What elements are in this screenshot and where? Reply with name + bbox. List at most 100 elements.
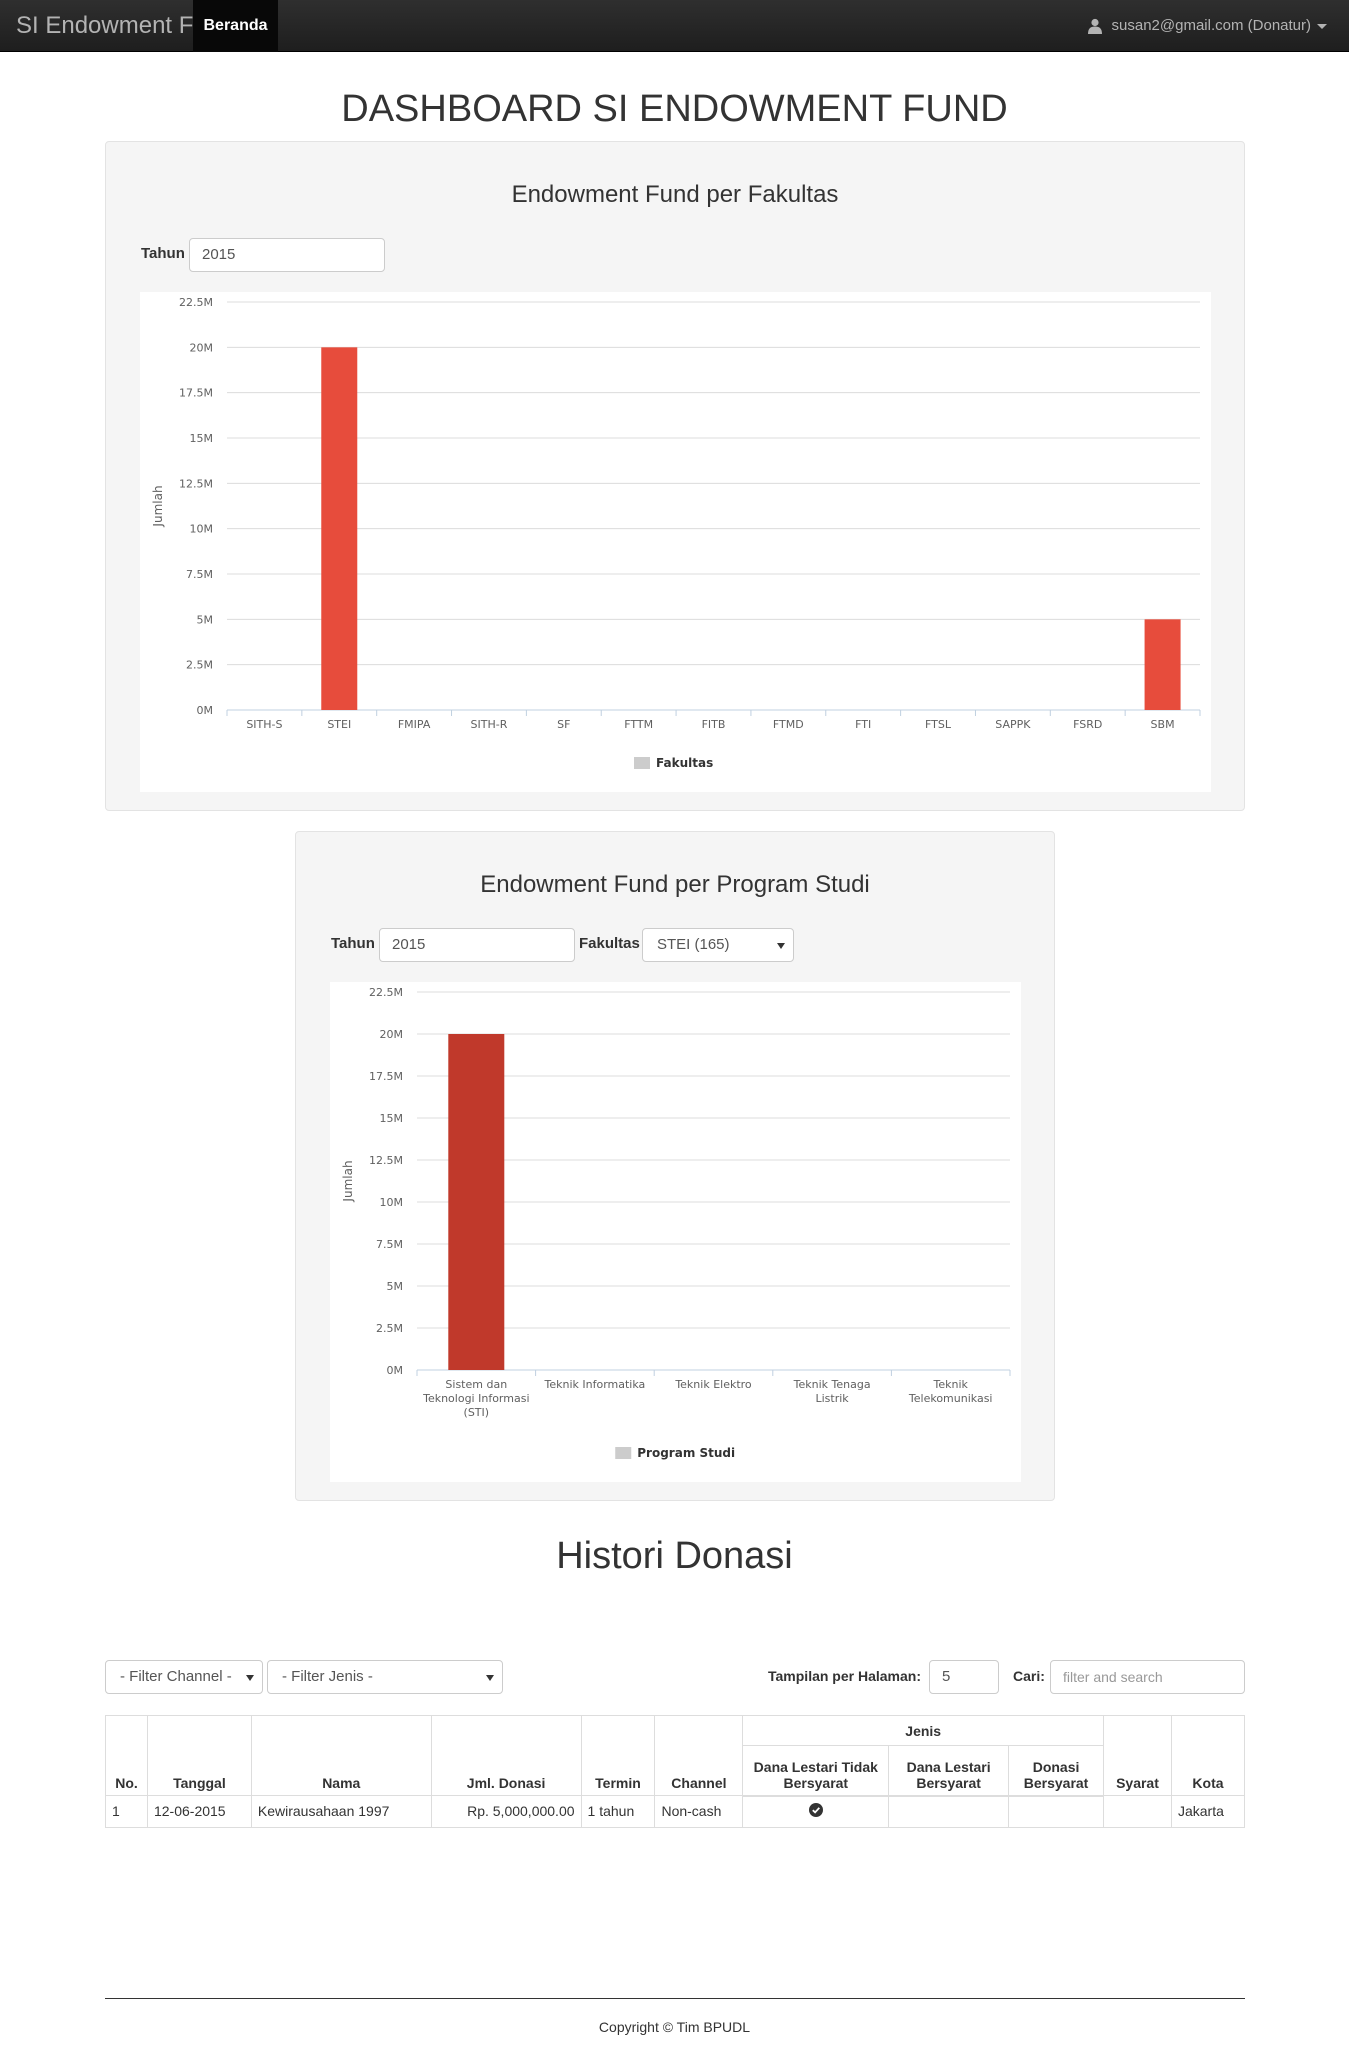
filter-channel-select[interactable]: - Filter Channel - — [105, 1660, 263, 1694]
y-tick-label: 10M — [190, 523, 214, 536]
panel-prodi-title: Endowment Fund per Program Studi — [480, 871, 870, 898]
col-kota: Kota — [1170, 1715, 1246, 1796]
cell-donasi-bersyarat — [1008, 1795, 1105, 1828]
history-table: No. Tanggal Nama Jml. Donasi Termin Chan… — [105, 1715, 1246, 1828]
x-tick-label-line: SITH-S — [246, 718, 282, 731]
x-tick-label-line: Teknologi Informasi — [422, 1392, 529, 1405]
search-placeholder: filter and search — [1063, 1669, 1163, 1685]
x-tick-label: SF — [557, 718, 570, 731]
chart-prodi: 0M 2.5M 5M 7.5M 10M 12.5M 15M 17.5M 20M 22.5M Sist… — [330, 982, 1021, 1482]
col-dana-lestari-bersyarat: Dana Lestari Bersyarat — [888, 1745, 1010, 1797]
y-tick-label: 20M — [190, 341, 214, 354]
y-tick-label: 2.5M — [186, 659, 213, 672]
search-label: Cari: — [1013, 1668, 1045, 1684]
col-no: No. — [105, 1715, 148, 1796]
history-title: Histori Donasi — [556, 1535, 793, 1577]
x-tick-label-line: Telekomunikasi — [908, 1392, 993, 1405]
x-tick-label: Teknik Telekomunikasi — [908, 1378, 993, 1405]
y-tick-label: 12.5M — [369, 1154, 403, 1167]
x-tick-label-line: FTSL — [925, 718, 952, 731]
cell-syarat — [1103, 1795, 1172, 1828]
x-tick-label: FSRD — [1073, 718, 1102, 731]
y-tick-label: 20M — [380, 1028, 404, 1041]
user-email: susan2@gmail.com (Donatur) — [1111, 17, 1311, 34]
x-tick-label: Teknik Tenaga Listrik — [793, 1378, 871, 1405]
nav-item-beranda[interactable]: Beranda — [193, 0, 278, 52]
search-input[interactable]: filter and search — [1050, 1660, 1245, 1694]
y-tick-label: 2.5M — [376, 1322, 403, 1335]
y-axis-title: Jumlah — [151, 485, 165, 527]
user-icon — [1087, 18, 1102, 35]
footer-copyright: Copyright © Tim BPUDL — [598, 2019, 751, 2035]
legend: Fakultas — [634, 756, 713, 770]
y-tick-label: 15M — [190, 432, 214, 445]
col-jml-donasi: Jml. Donasi — [430, 1715, 582, 1796]
y-tick-label: 22.5M — [179, 296, 213, 309]
col-tanggal: Tanggal — [146, 1715, 252, 1796]
tahun-input[interactable]: 2015 — [379, 928, 575, 962]
x-tick-label: Sistem dan Teknologi Informasi (STI) — [422, 1378, 529, 1419]
filter-jenis-value: - Filter Jenis - — [282, 1668, 373, 1685]
x-tick-label-line: FTTM — [624, 718, 653, 731]
legend: Program Studi — [615, 1446, 735, 1460]
x-tick-label-line: (STI) — [464, 1406, 490, 1419]
page-title: DASHBOARD SI ENDOWMENT FUND — [341, 88, 1008, 130]
per-page-label: Tampilan per Halaman: — [768, 1668, 922, 1684]
panel-prodi: Endowment Fund per Program Studi Tahun 2… — [295, 831, 1055, 1501]
bar-chart-prodi: 0M 2.5M 5M 7.5M 10M 12.5M 15M 17.5M 20M 22.5M Sist… — [341, 986, 1011, 1460]
y-tick-label: 5M — [197, 613, 214, 626]
col-jenis: Jenis — [742, 1715, 1105, 1746]
y-tick-label: 12.5M — [179, 477, 213, 490]
y-tick-label: 17.5M — [179, 387, 213, 400]
cell-kota: Jakarta — [1170, 1795, 1246, 1828]
panel-fakultas: Endowment Fund per Fakultas Tahun 2015 0… — [105, 141, 1245, 811]
y-tick-label: 22.5M — [369, 986, 403, 999]
dropdown-arrow-icon — [777, 943, 785, 949]
y-tick-label: 17.5M — [369, 1070, 403, 1083]
navbar: SI Endowment Fund Beranda susan2@gmail.c… — [0, 0, 1349, 52]
x-tick-label-line: SAPPK — [995, 718, 1031, 731]
col-dana-lestari-tidak-bersyarat: Dana Lestari Tidak Bersyarat — [742, 1745, 890, 1797]
x-tick-label-line: FMIPA — [398, 718, 431, 731]
x-tick-label: SBM — [1151, 718, 1175, 731]
chart-fakultas: 0M 2.5M 5M 7.5M 10M 12.5M 15M 17.5M 20M 22.5M SITH… — [140, 292, 1211, 792]
col-syarat: Syarat — [1103, 1715, 1172, 1796]
col-channel: Channel — [654, 1715, 744, 1796]
cell-tanggal: 12-06-2015 — [146, 1795, 252, 1828]
x-tick-label-line: SITH-R — [471, 718, 508, 731]
cell-dana-lestari-bersyarat — [888, 1795, 1010, 1828]
cell-nama: Kewirausahaan 1997 — [250, 1795, 432, 1828]
y-tick-label: 7.5M — [376, 1238, 403, 1251]
x-tick-label-line: Teknik Informatika — [544, 1378, 646, 1391]
tahun-input[interactable]: 2015 — [189, 238, 385, 272]
bar — [321, 347, 358, 710]
cell-channel: Non-cash — [654, 1795, 744, 1828]
x-tick-label: Teknik Informatika — [544, 1378, 646, 1391]
x-tick-label-line: Teknik — [933, 1378, 969, 1391]
col-nama: Nama — [250, 1715, 432, 1796]
y-tick-label: 10M — [380, 1196, 404, 1209]
fakultas-label: Fakultas — [579, 935, 640, 952]
col-termin: Termin — [580, 1715, 656, 1796]
per-page-input[interactable]: 5 — [929, 1660, 999, 1694]
y-axis-title: Jumlah — [341, 1160, 355, 1202]
x-tick-label: FTTM — [624, 718, 653, 731]
legend-label: Program Studi — [637, 1446, 735, 1460]
filter-channel-value: - Filter Channel - — [120, 1668, 232, 1685]
legend-swatch — [615, 1447, 632, 1459]
legend-label: Fakultas — [656, 756, 713, 770]
fakultas-select-value: STEI (165) — [657, 936, 730, 953]
x-tick-label-line: Sistem dan — [445, 1378, 507, 1391]
user-menu-dropdown[interactable]: susan2@gmail.com (Donatur) — [1087, 0, 1327, 52]
cell-no: 1 — [105, 1795, 148, 1828]
y-tick-label: 7.5M — [186, 568, 213, 581]
x-tick-label-line: FSRD — [1073, 718, 1102, 731]
x-tick-label: SAPPK — [995, 718, 1031, 731]
fakultas-select[interactable]: STEI (165) — [642, 928, 794, 962]
check-circle-icon — [808, 1803, 823, 1817]
filter-jenis-select[interactable]: - Filter Jenis - — [267, 1660, 503, 1694]
x-tick-label: FTSL — [925, 718, 952, 731]
col-donasi-bersyarat: Donasi Bersyarat — [1008, 1745, 1105, 1797]
x-tick-label-line: SBM — [1151, 718, 1175, 731]
y-tick-label: 0M — [387, 1364, 404, 1377]
